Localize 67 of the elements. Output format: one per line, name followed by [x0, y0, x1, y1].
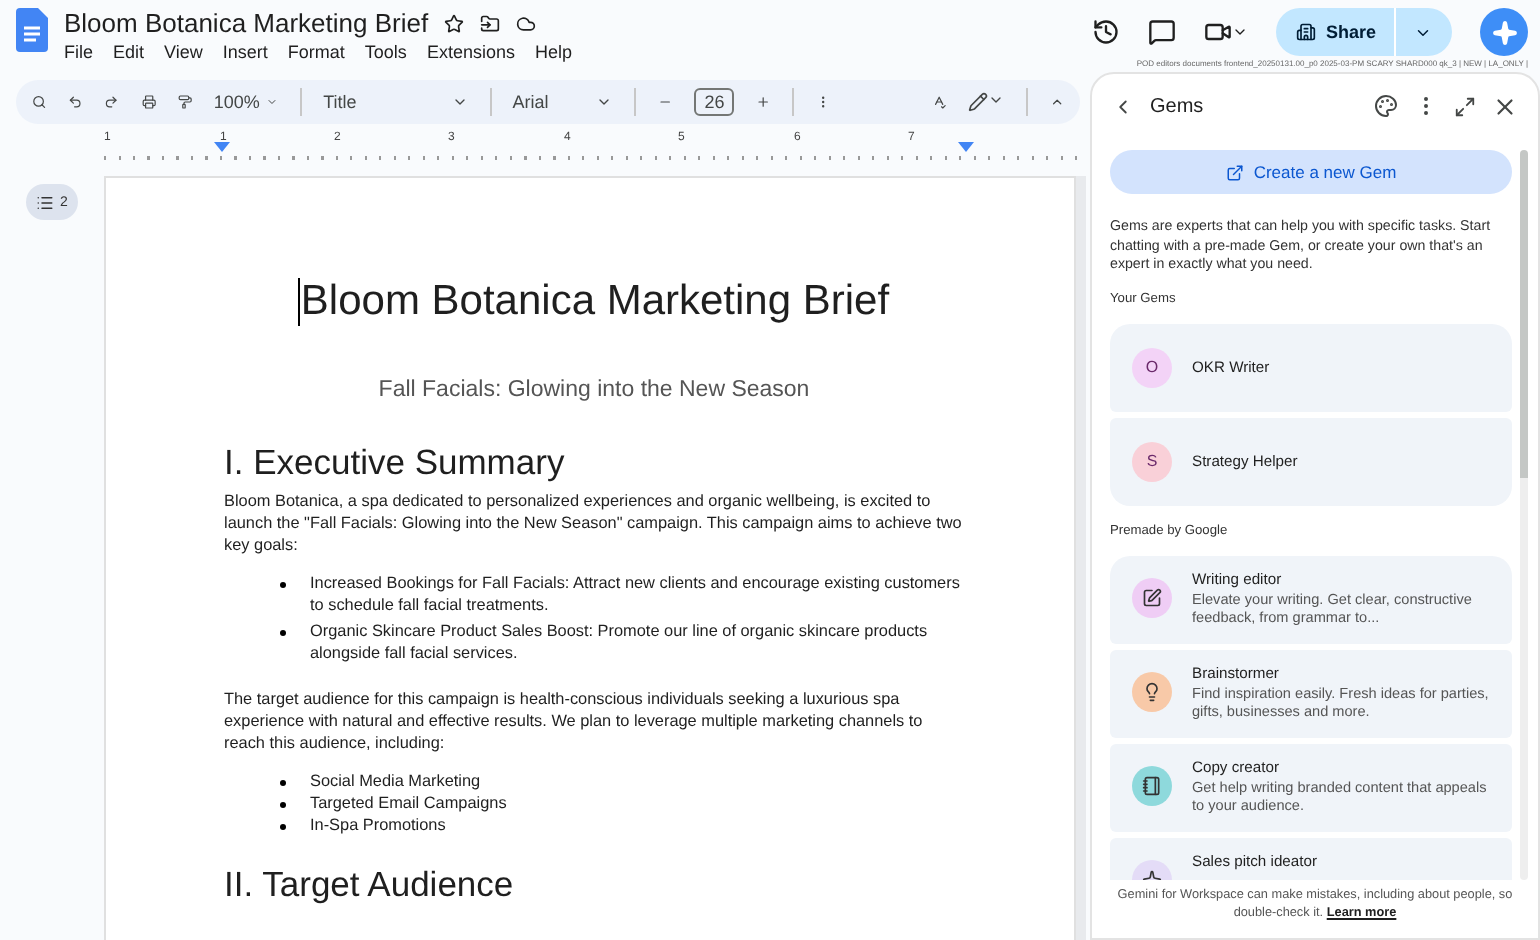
panel-title: Gems — [1150, 95, 1206, 117]
menu-item[interactable]: File — [64, 42, 94, 62]
list-item: In-Spa Promotions — [310, 814, 446, 836]
caret-icon — [596, 94, 613, 110]
docs-logo-icon[interactable] — [16, 8, 48, 52]
menu-item[interactable]: Help — [534, 42, 572, 62]
gemini-button[interactable] — [1480, 8, 1528, 56]
document-subtitle: Fall Facials: Glowing into the New Season — [376, 378, 812, 402]
menu-item[interactable]: View — [164, 42, 203, 62]
menu-item[interactable]: Format — [287, 42, 345, 62]
list-item: Targeted Email Campaigns — [310, 792, 507, 814]
bullet-dot — [280, 801, 286, 807]
menu-item[interactable]: Tools — [364, 42, 407, 62]
body-paragraph: Bloom Botanica, a spa dedicated to personalized experiences and organic wellbeing, is excited to launch the "Fall Facials: Glowing into the New Season" campaign. This campaign aims to achieve two key goals: — [224, 490, 964, 556]
caret-icon[interactable] — [988, 92, 1005, 108]
sparkle-icon — [1491, 19, 1517, 45]
document-title: Bloom Botanica Marketing Brief — [298, 278, 890, 326]
font-size-field[interactable]: 26 — [694, 88, 735, 116]
folder-icon[interactable] — [480, 13, 501, 33]
caret-icon — [451, 94, 468, 110]
expand-icon[interactable] — [1454, 95, 1476, 117]
share-button[interactable]: Share — [1275, 8, 1452, 56]
menu-item[interactable]: Insert — [222, 42, 268, 62]
search-icon[interactable] — [32, 92, 47, 112]
star-icon[interactable] — [444, 13, 465, 33]
list-item: Social Media Marketing — [310, 770, 481, 792]
indent-marker[interactable] — [958, 142, 974, 152]
menu-item[interactable]: Extensions — [426, 42, 515, 62]
pen-square-icon — [1142, 587, 1162, 608]
indent-marker[interactable] — [214, 142, 230, 152]
bullet-dot — [280, 823, 286, 829]
video-icon[interactable] — [1203, 18, 1232, 46]
style-dropdown[interactable]: Title — [323, 92, 468, 112]
cloud-icon[interactable] — [516, 13, 537, 33]
undo-icon[interactable] — [68, 92, 83, 112]
caret-icon[interactable] — [1231, 24, 1248, 40]
document-name[interactable]: Bloom Botanica Marketing Brief — [64, 8, 429, 38]
avatar: O — [1132, 347, 1172, 388]
zoom-dropdown[interactable]: 100% — [213, 92, 278, 112]
close-icon[interactable] — [1492, 93, 1518, 119]
list-item: Organic Skincare Product Sales Boost: Promote our line of organic skincare products alongside fall facial services. — [310, 620, 930, 664]
palette-icon[interactable] — [1374, 94, 1398, 118]
create-gem-button[interactable]: Create a new Gem — [1110, 150, 1512, 194]
bullet-dot — [280, 581, 286, 587]
section-heading: II. Target Audience — [224, 864, 516, 906]
lightbulb-icon — [1142, 681, 1162, 702]
plus-icon[interactable] — [756, 92, 771, 112]
pencil-icon[interactable] — [968, 92, 989, 112]
redo-icon[interactable] — [104, 92, 120, 112]
list-item: Increased Bookings for Fall Facials: Attract new clients and encourage existing customers to schedule fall facial treatments. — [310, 572, 962, 616]
bullet-dot — [280, 779, 286, 785]
avatar: S — [1132, 441, 1172, 482]
open-box-icon — [1225, 163, 1244, 181]
notebook-icon — [1142, 775, 1162, 796]
spellcheck-icon[interactable] — [931, 92, 947, 112]
comment-icon[interactable] — [1147, 18, 1176, 46]
list-icon — [36, 193, 55, 211]
bullet-dot — [280, 629, 286, 635]
paint-roller-icon[interactable] — [177, 92, 192, 112]
font-dropdown[interactable]: Arial — [512, 92, 613, 112]
history-icon[interactable] — [1091, 18, 1120, 46]
menu-item[interactable]: Edit — [113, 42, 145, 62]
printer-icon[interactable] — [141, 92, 156, 112]
building-icon[interactable] — [1295, 22, 1316, 42]
section-heading: I. Executive Summary — [224, 442, 567, 484]
caret-icon — [265, 94, 278, 110]
body-paragraph: The target audience for this campaign is health-conscious individuals seeking a luxurious spa experience with natural and effective results. We plan to leverage multiple marketing channels to reach this audience, including: — [224, 688, 925, 754]
